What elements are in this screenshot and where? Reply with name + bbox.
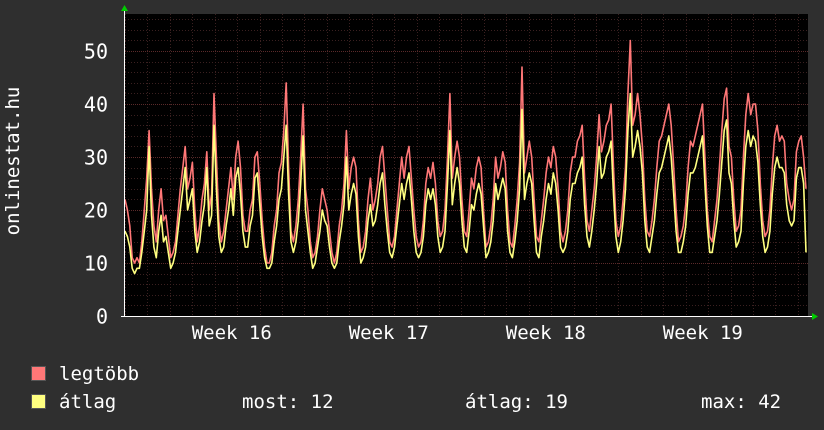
stat-average-value: 19 — [545, 391, 568, 413]
stat-average-label: átlag: — [465, 391, 534, 413]
y-tick-label: 10 — [84, 252, 108, 276]
stat-max-label: max: — [701, 391, 747, 413]
y-tick-label: 0 — [96, 305, 108, 329]
stat-max: max: 42 — [701, 391, 781, 413]
legend-row-max: legtöbb — [31, 363, 811, 385]
legend-swatch-max — [31, 366, 46, 381]
x-tick-label: Week 18 — [506, 322, 586, 344]
y-tick-label: 40 — [84, 93, 108, 117]
y-tick-label: 20 — [84, 199, 108, 223]
y-axis-arrow — [121, 5, 128, 11]
y-axis-label-text: onlinestat.hu — [2, 86, 24, 236]
x-tick-label: Week 16 — [192, 322, 272, 344]
stat-now: most: 12 — [242, 391, 334, 413]
stat-average: átlag: 19 — [465, 391, 568, 413]
x-axis-arrow — [812, 313, 818, 320]
legend-label-max: legtöbb — [59, 363, 140, 385]
stat-now-label: most: — [242, 391, 300, 413]
y-axis-label: onlinestat.hu — [0, 6, 26, 316]
y-tick-label: 30 — [84, 146, 108, 170]
x-tick-label: Week 19 — [663, 322, 743, 344]
legend-swatch-avg — [31, 394, 46, 409]
legend-label-avg: átlag — [59, 391, 117, 413]
x-tick-label: Week 17 — [349, 322, 429, 344]
legend-row-avg: átlag most: 12 átlag: 19 max: 42 — [31, 391, 811, 413]
y-tick-label: 50 — [84, 40, 108, 64]
stat-now-value: 12 — [310, 391, 334, 413]
stat-max-value: 42 — [758, 391, 782, 413]
